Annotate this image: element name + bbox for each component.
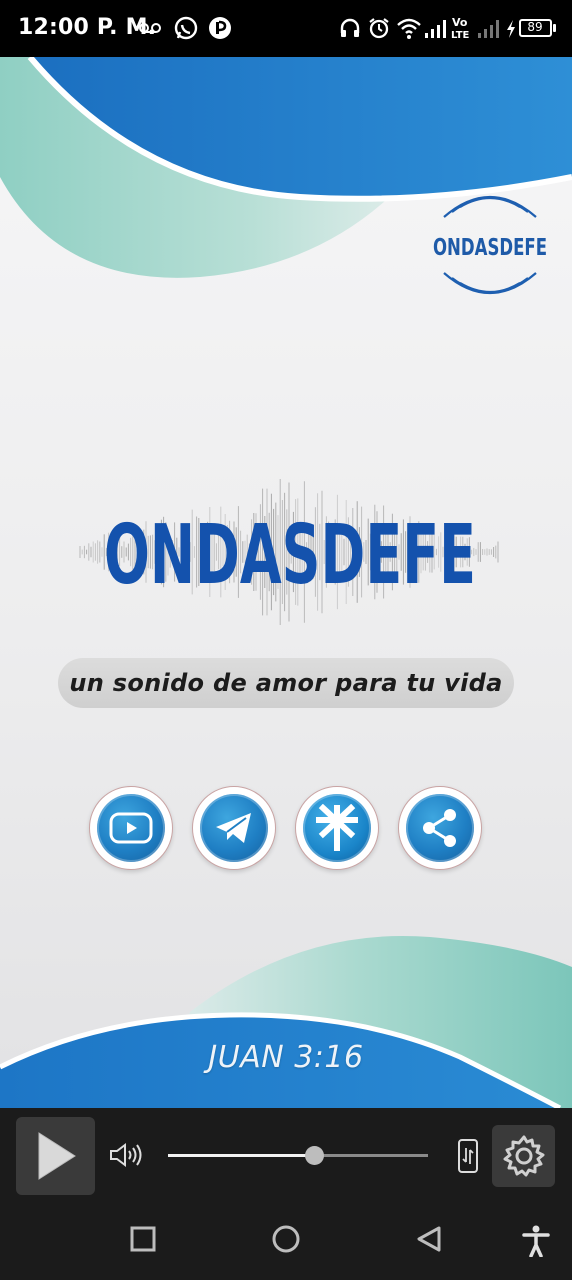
navigation-bar <box>0 1203 572 1280</box>
battery-level: 89 <box>527 20 543 34</box>
svg-text:Vo: Vo <box>452 16 468 29</box>
home-icon[interactable] <box>270 1225 302 1257</box>
svg-text:LTE: LTE <box>451 30 470 41</box>
phone-transfer-icon[interactable] <box>456 1138 480 1174</box>
volume-icon[interactable] <box>108 1141 144 1169</box>
volume-slider[interactable] <box>168 1146 428 1165</box>
youtube-button[interactable] <box>89 786 173 870</box>
status-time: 12:00 P. M. <box>18 15 157 40</box>
whatsapp-icon <box>174 16 198 40</box>
back-icon[interactable] <box>414 1225 444 1255</box>
play-icon <box>38 1132 76 1180</box>
main-logo-text: ONDASDEFE <box>104 508 476 603</box>
status-bar: 12:00 P. M. Vo LTE 89 <box>0 0 572 57</box>
tagline: un sonido de amor para tu vida <box>69 669 503 697</box>
accessibility-icon[interactable] <box>522 1225 550 1257</box>
charging-icon <box>507 20 515 38</box>
app-notification-icon <box>209 17 231 39</box>
linktree-button[interactable] <box>295 786 379 870</box>
telegram-button[interactable] <box>192 786 276 870</box>
volume-slider-fill <box>168 1154 314 1157</box>
corner-station-logo: ONDASDEFE <box>433 196 547 294</box>
volume-slider-thumb[interactable] <box>304 1146 324 1165</box>
player-bar <box>0 1108 572 1203</box>
corner-logo-text: ONDASDEFE <box>433 235 547 261</box>
gear-icon <box>503 1135 544 1177</box>
play-button[interactable] <box>16 1117 95 1195</box>
share-button[interactable] <box>398 786 482 870</box>
wifi-icon <box>397 18 421 39</box>
share-icon <box>423 809 456 847</box>
headphones-icon <box>340 18 360 37</box>
voicemail-icon <box>139 23 161 33</box>
settings-button[interactable] <box>492 1125 555 1187</box>
alarm-icon <box>369 18 389 39</box>
tagline-pill: un sonido de amor para tu vida <box>58 658 514 708</box>
main-station-logo: ONDASDEFE <box>79 479 499 625</box>
volte-icon: Vo LTE <box>451 16 470 41</box>
station-banner: ONDASDEFE ONDASDEFE un sonido de amor pa… <box>0 57 572 1108</box>
telegram-icon <box>216 813 251 843</box>
linktree-icon <box>316 804 358 851</box>
recents-icon[interactable] <box>129 1225 157 1253</box>
battery-nub <box>553 24 556 32</box>
signal-icon <box>425 20 446 38</box>
youtube-icon <box>109 812 153 844</box>
signal-icon <box>478 20 499 38</box>
bible-verse: JUAN 3:16 <box>208 1040 364 1075</box>
